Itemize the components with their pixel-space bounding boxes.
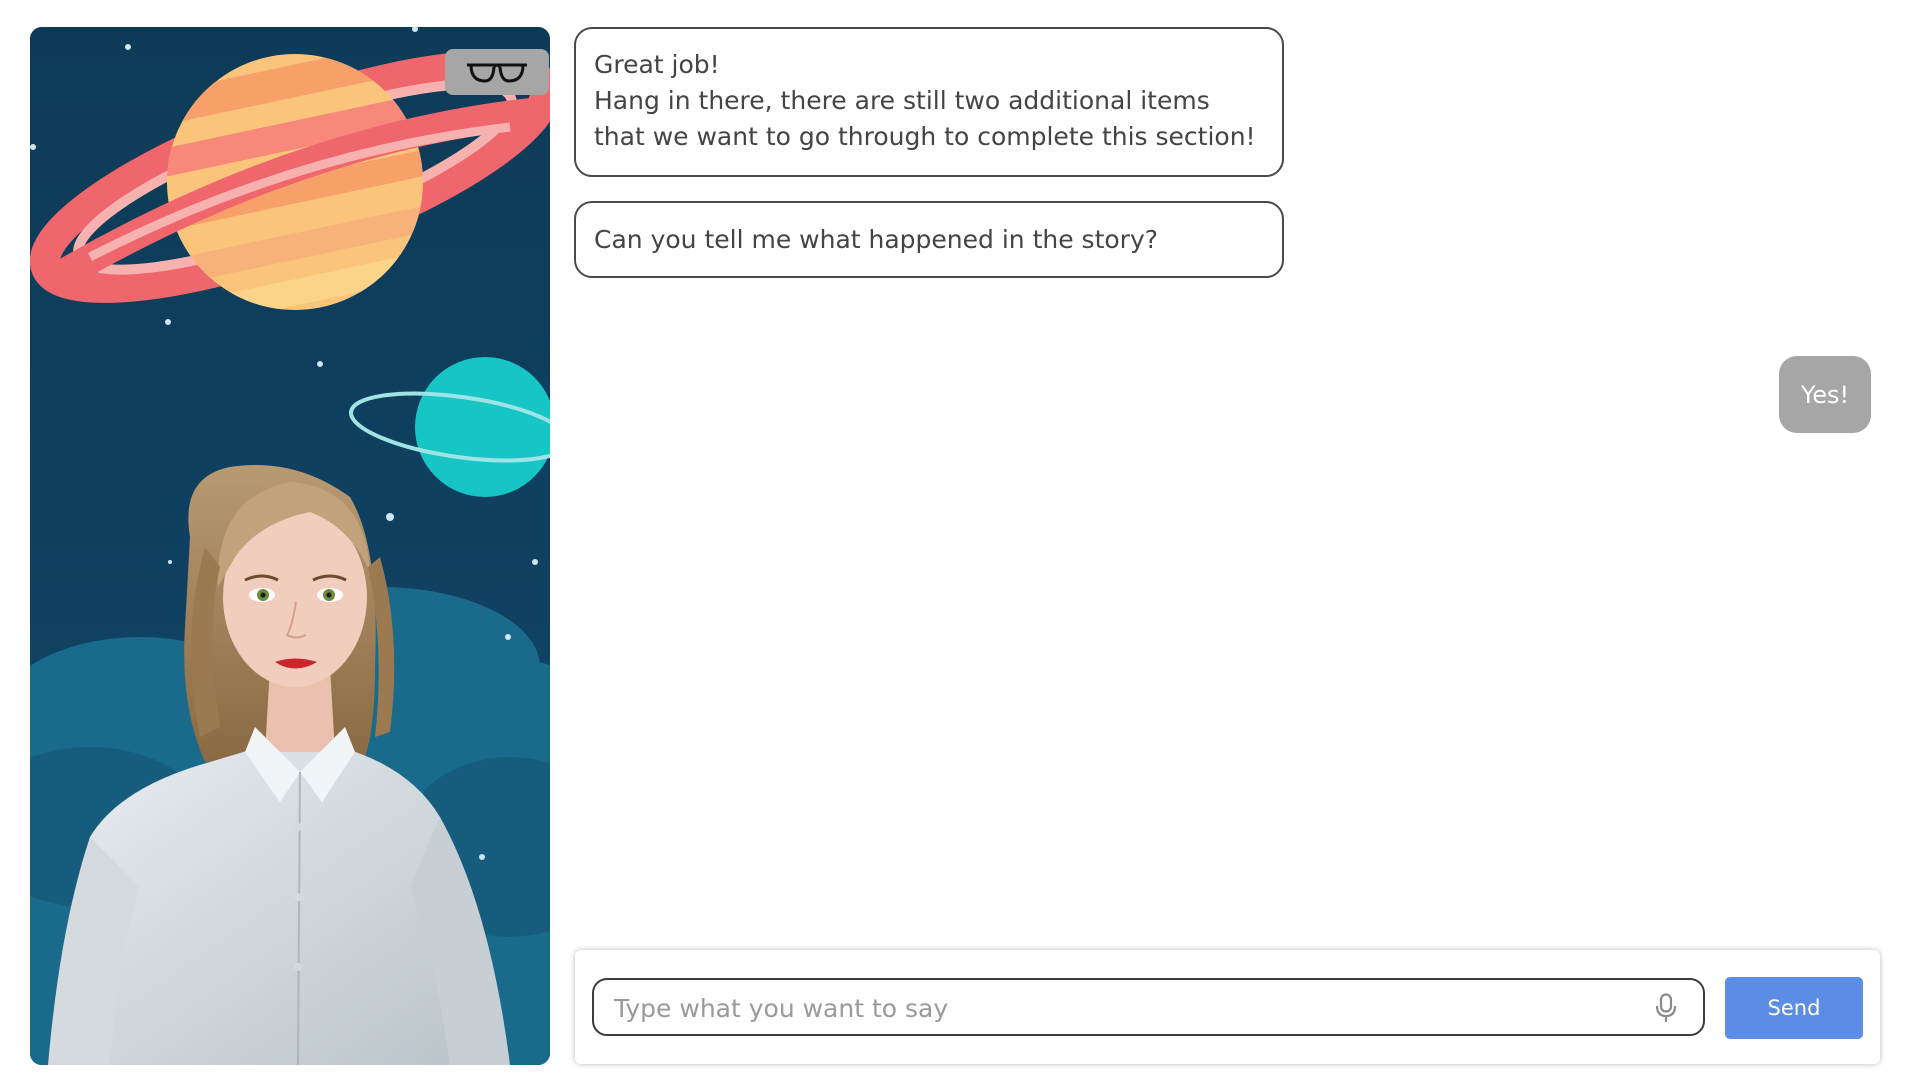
- glasses-icon: [467, 63, 527, 83]
- send-button[interactable]: Send: [1725, 977, 1863, 1039]
- microphone-icon: [1655, 993, 1677, 1022]
- message-input[interactable]: [612, 980, 1616, 1036]
- glasses-toggle-button[interactable]: [445, 49, 549, 95]
- user-message: Yes!: [1779, 356, 1871, 433]
- tutor-chat-app: Great job! Hang in there, there are stil…: [0, 0, 1920, 1080]
- bot-message-text: Hang in there, there are still two addit…: [594, 86, 1256, 151]
- bot-message: Can you tell me what happened in the sto…: [574, 201, 1284, 278]
- microphone-button[interactable]: [1651, 992, 1681, 1024]
- message-input-wrapper: [592, 978, 1705, 1036]
- avatar-panel: [30, 27, 550, 1065]
- bot-message-text: Can you tell me what happened in the sto…: [594, 225, 1159, 254]
- space-scene: [30, 27, 550, 1065]
- bot-message: Great job! Hang in there, there are stil…: [574, 27, 1284, 177]
- user-message-text: Yes!: [1800, 380, 1850, 409]
- bot-message-title: Great job!: [594, 50, 720, 79]
- message-composer: Send: [575, 950, 1880, 1064]
